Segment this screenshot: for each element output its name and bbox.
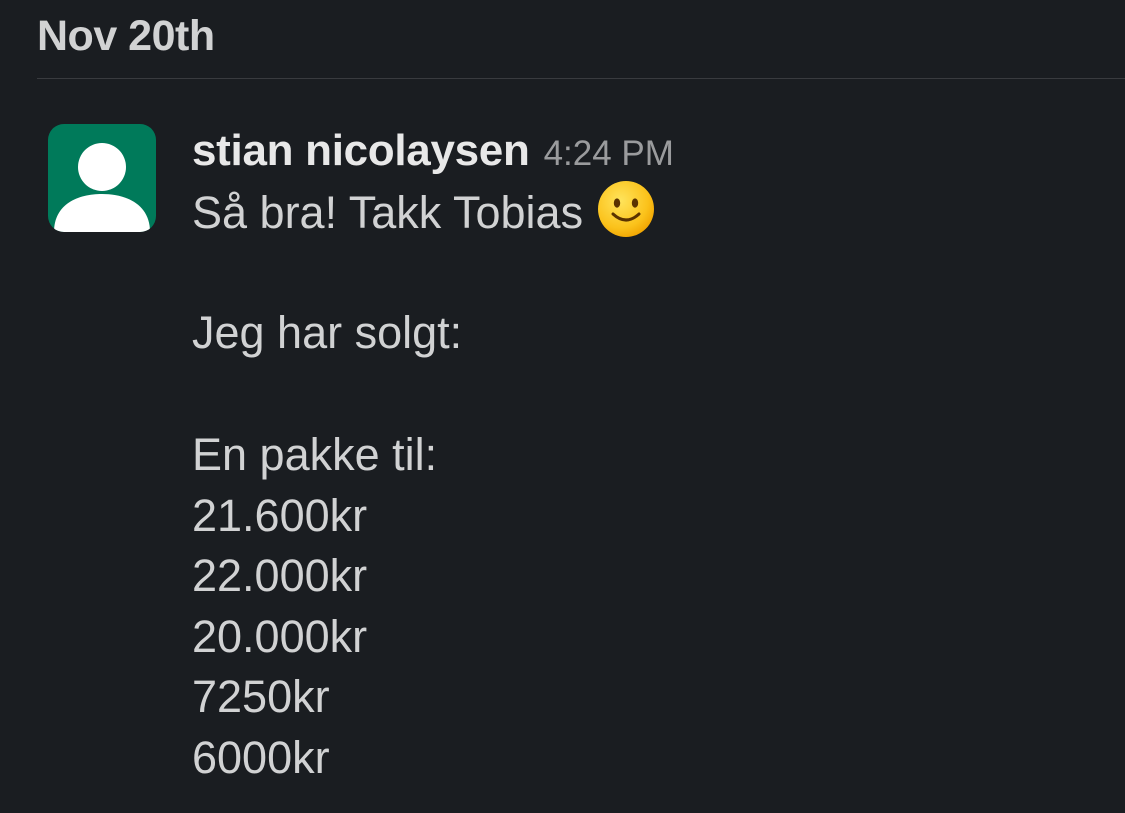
user-silhouette-icon xyxy=(54,143,150,232)
message-text: Så bra! Takk Tobias xyxy=(192,187,584,238)
amount-line: 20.000kr xyxy=(192,610,368,662)
message-timestamp[interactable]: 4:24 PM xyxy=(544,134,674,173)
message-line: Jeg har solgt: xyxy=(192,306,463,358)
date-divider-label: Nov 20th xyxy=(37,12,215,60)
message-header: stian nicolaysen 4:24 PM xyxy=(192,126,1092,180)
message-line: Så bra! Takk Tobias xyxy=(192,180,1092,241)
avatar[interactable] xyxy=(48,124,156,232)
amount-line: 21.600kr xyxy=(192,489,368,541)
amount-line: 22.000kr xyxy=(192,550,368,601)
message-line: En pakke til: xyxy=(192,429,438,480)
amount-line: 6000kr xyxy=(192,731,330,783)
date-divider-line xyxy=(37,78,1125,79)
amount-line: 7250kr xyxy=(192,671,330,722)
message-author[interactable]: stian nicolaysen xyxy=(192,126,530,175)
slightly-smiling-face-icon xyxy=(597,180,655,238)
message: stian nicolaysen 4:24 PM Så bra! Takk Tob… xyxy=(192,126,1092,788)
